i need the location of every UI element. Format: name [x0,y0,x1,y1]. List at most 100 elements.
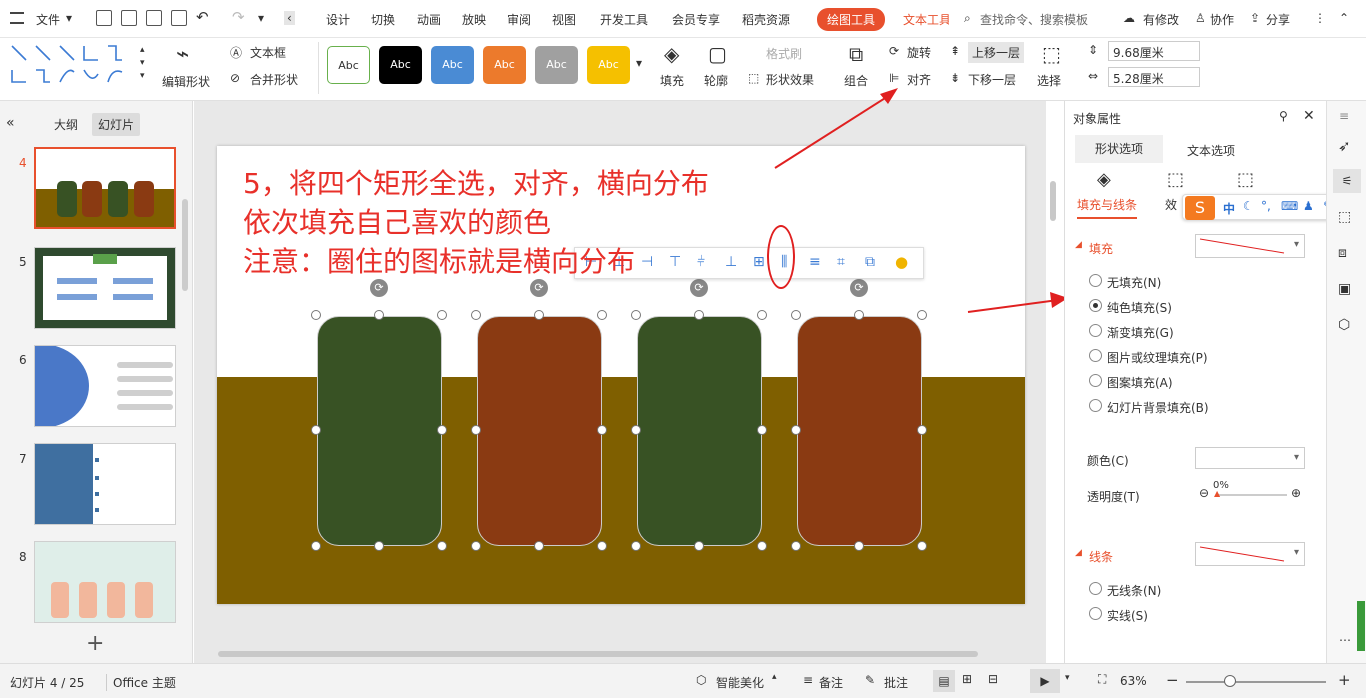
shape-gallery[interactable] [8,42,138,92]
play-slideshow-button[interactable]: ▶ [1030,669,1060,693]
current-slide[interactable]: ⟳ ⟳ ⟳ ⟳ ⊢ ⊥ ⊣ ⊤ ⫩ ⊥ ⊞ ⫼ ≡ ⌗ ⧉ ● 5，将四个矩形全… [217,146,1025,604]
undo-icon[interactable]: ↶ [196,8,209,26]
selection-handle[interactable] [854,541,864,551]
selection-handle[interactable] [311,310,321,320]
selection-handle[interactable] [471,310,481,320]
notes-button[interactable]: 备注 [819,674,843,691]
chevron-down-icon[interactable]: ▾ [66,11,72,25]
selection-handle[interactable] [631,425,641,435]
fill-option-background-radio[interactable] [1089,399,1102,412]
text-box-button[interactable]: 文本框 [250,44,286,61]
align-top-icon[interactable]: ⊤ [669,254,681,270]
selection-handle[interactable] [437,425,447,435]
tab-developer[interactable]: 开发工具 [600,11,648,28]
select-button[interactable]: 选择 [1037,72,1061,89]
fill-option-background[interactable]: 幻灯片背景填充(B) [1107,399,1209,416]
tab-docer[interactable]: 稻壳资源 [742,11,790,28]
align-middle-icon[interactable]: ⫩ [697,254,705,270]
comments-button[interactable]: 批注 [884,674,908,691]
tab-slideshow[interactable]: 放映 [462,11,486,28]
rounded-rectangle-1[interactable] [317,316,442,546]
selection-handle[interactable] [534,541,544,551]
export-pdf-icon[interactable] [121,10,137,26]
transparency-increase-icon[interactable]: ⊕ [1291,486,1301,500]
fill-preset-dropdown[interactable] [1195,234,1305,258]
align-canvas-icon[interactable]: ⊞ [753,254,765,270]
selection-handle[interactable] [694,541,704,551]
slide-thumbnail-5[interactable] [34,247,176,329]
horizontal-scrollbar[interactable] [218,651,978,657]
effect-icon[interactable]: ⬚ [1167,169,1184,190]
format-painter-button[interactable]: 格式刷 [766,45,802,62]
more-options-icon[interactable]: ⋮ [1314,11,1326,25]
more-icon[interactable]: ▾ [258,11,264,25]
fill-option-solid-radio[interactable] [1089,299,1102,312]
align-bottom-icon[interactable]: ⊥ [725,254,737,270]
slide-thumbnail-4[interactable] [34,147,176,229]
line-preset-dropdown[interactable] [1195,542,1305,566]
align-right-icon[interactable]: ⊣ [641,254,653,270]
image-tools-icon[interactable]: ▣ [1338,281,1351,297]
tab-text-options[interactable]: 文本选项 [1187,142,1235,159]
fill-option-solid[interactable]: 纯色填充(S) [1107,299,1172,316]
print-preview-icon[interactable] [171,10,187,26]
vertical-scrollbar[interactable] [1050,181,1056,221]
collapse-sidebar-icon[interactable]: ≡ [1339,109,1349,123]
normal-view-icon[interactable]: ▤ [933,670,955,692]
file-menu[interactable]: 文件 [36,11,60,28]
fill-button[interactable]: 填充 [660,72,684,89]
slide-thumbnail-7[interactable] [34,443,176,525]
user-icon[interactable]: ♟ [1303,199,1314,213]
zoom-slider[interactable] [1186,681,1326,683]
save-icon[interactable] [96,10,112,26]
selection-handle[interactable] [917,541,927,551]
selection-handle[interactable] [534,310,544,320]
selection-handle[interactable] [374,310,384,320]
selection-handle[interactable] [311,541,321,551]
theme-name[interactable]: Office 主题 [106,674,176,691]
rounded-rectangle-4[interactable] [797,316,922,546]
height-input[interactable]: 9.68厘米 [1108,41,1200,61]
fill-option-pattern-radio[interactable] [1089,374,1102,387]
panel-title[interactable]: 对象属性 [1073,110,1121,127]
fill-line-icon[interactable]: ◈ [1097,169,1111,190]
keyboard-icon[interactable]: ⌨ [1281,199,1298,213]
rocket-icon[interactable]: ➶ [1338,137,1351,155]
group-button[interactable]: 组合 [844,72,868,89]
selection-handle[interactable] [437,541,447,551]
chevron-up-icon[interactable]: ▴ [772,672,777,682]
crop-icon[interactable]: ⌗ [837,254,845,270]
style-preset-white[interactable]: Abc [327,46,370,84]
zoom-slider-thumb[interactable] [1224,675,1236,687]
style-gallery-more-icon[interactable]: ▾ [636,56,642,70]
selection-handle[interactable] [631,310,641,320]
properties-icon[interactable]: ⚟ [1333,169,1361,193]
smart-beautify-button[interactable]: 智能美化 [716,674,764,691]
transparency-slider[interactable] [1217,494,1287,496]
fill-option-picture[interactable]: 图片或纹理填充(P) [1107,349,1208,366]
smart-tip-icon[interactable]: ● [895,253,908,271]
send-backward-button[interactable]: 下移一层 [968,71,1016,88]
backup-icon[interactable]: ⬡ [1338,317,1350,333]
selection-handle[interactable] [917,425,927,435]
ime-mode[interactable]: 中 [1223,200,1235,217]
sorter-view-icon[interactable]: ⊞ [962,672,972,686]
tab-review[interactable]: 审阅 [507,11,531,28]
style-preset-gray[interactable]: Abc [535,46,578,84]
tab-text-tools[interactable]: 文本工具 [903,11,949,28]
sidebar-scroll-indicator[interactable] [1357,601,1365,651]
line-option-none-radio[interactable] [1089,582,1102,595]
distribute-vertical-icon[interactable]: ≡ [809,254,821,270]
zoom-out-icon[interactable]: − [1166,671,1179,689]
thumbnail-scrollbar[interactable] [182,199,188,291]
selection-handle[interactable] [374,541,384,551]
line-option-solid-radio[interactable] [1089,607,1102,620]
selection-handle[interactable] [597,425,607,435]
rotate-handle-icon[interactable]: ⟳ [690,279,708,297]
tab-slides[interactable]: 幻灯片 [92,113,141,136]
sidebar-more-icon[interactable]: ⋯ [1339,633,1351,647]
menu-icon[interactable] [10,12,24,24]
animation-pane-icon[interactable]: ⧈ [1338,245,1347,261]
share-button[interactable]: 分享 [1266,11,1290,28]
search-input[interactable]: 查找命令、搜索模板 [980,11,1088,28]
